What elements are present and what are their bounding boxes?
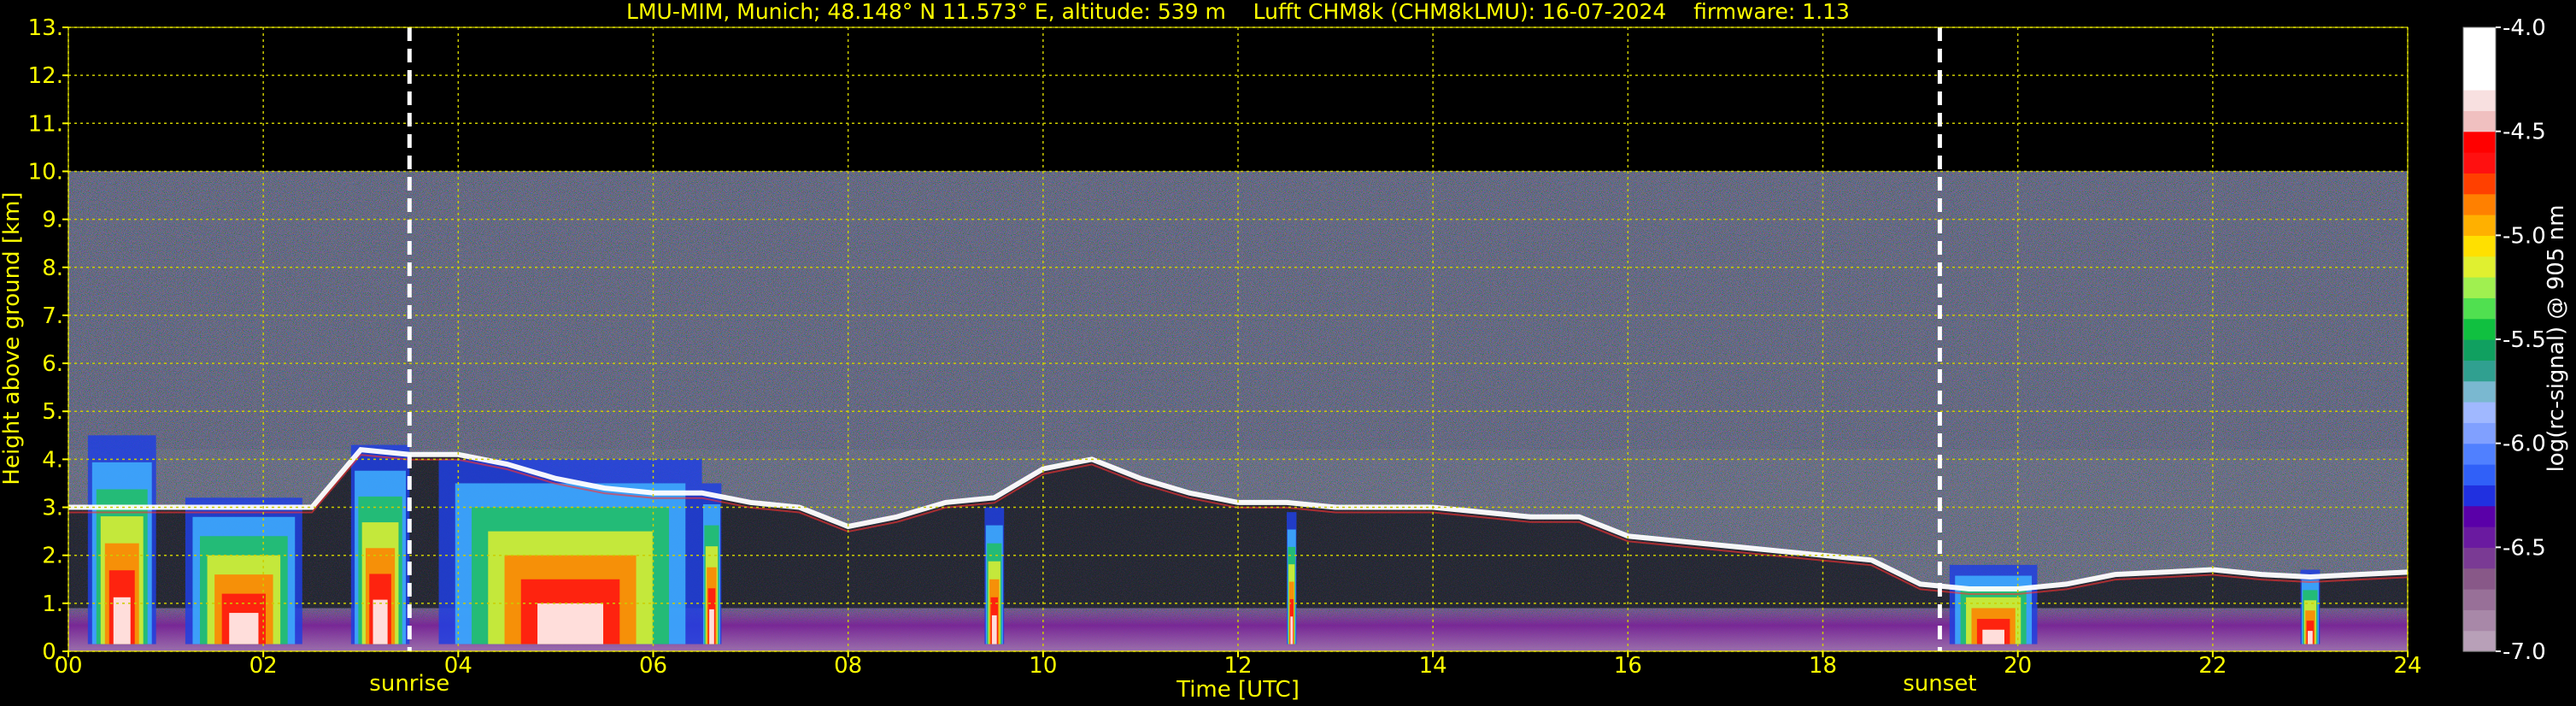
plume-band <box>709 609 714 644</box>
colorbar-segment <box>2463 277 2496 298</box>
marker-label: sunset <box>1903 671 1976 697</box>
colorbar-tick-label: -7.0 <box>2503 639 2546 665</box>
colorbar-segment <box>2463 131 2496 153</box>
colorbar-tick-label: -6.5 <box>2503 535 2546 561</box>
colorbar-segment <box>2463 256 2496 278</box>
chart-title: LMU-MIM, Munich; 48.148° N 11.573° E, al… <box>626 0 1850 24</box>
x-tick-label: 24 <box>2393 653 2421 679</box>
colorbar-tick-label: -4.5 <box>2503 120 2546 145</box>
x-tick-label: 18 <box>1809 653 1837 679</box>
colorbar-segment <box>2463 609 2496 632</box>
y-tick-label: 3. <box>42 496 63 521</box>
ceilometer-chart: sunrise sunset 00 02 04 06 08 10 12 14 16 18 20 22 24… <box>0 0 2569 703</box>
colorbar-segment <box>2463 464 2496 485</box>
marker-label: sunrise <box>369 671 449 697</box>
colorbar-segment <box>2463 48 2496 70</box>
colorbar-segment <box>2463 90 2496 111</box>
colorbar-segment <box>2463 380 2496 403</box>
colorbar-segment <box>2463 402 2496 423</box>
x-tick-label: 20 <box>2004 653 2032 679</box>
y-tick-label: 8. <box>42 256 63 281</box>
y-tick-label: 4. <box>42 447 63 473</box>
colorbar-segment <box>2463 443 2496 465</box>
colorbar-segment <box>2463 27 2496 49</box>
y-tick-label: 7. <box>42 303 63 329</box>
colorbar-tick-label: -6.0 <box>2503 432 2546 457</box>
x-tick-label: 16 <box>1614 653 1642 679</box>
colorbar-segment <box>2463 339 2496 361</box>
y-tick-label: 0. <box>42 639 63 665</box>
plume-band <box>537 603 604 644</box>
plume-band <box>1982 629 2004 644</box>
colorbar-segment <box>2463 360 2496 382</box>
colorbar-segment <box>2463 505 2496 527</box>
y-axis-label: Height above ground [km] <box>0 191 25 485</box>
y-tick-label: 2. <box>42 544 63 569</box>
plume-band <box>991 615 997 644</box>
colorbar-segment <box>2463 589 2496 610</box>
colorbar-segment <box>2463 193 2496 215</box>
x-tick-label: 04 <box>444 653 472 679</box>
colorbar-segment <box>2463 318 2496 340</box>
colorbar: -4.0 -4.5 -5.0 -5.5 -6.0 -6.5 -7.0 <box>2462 15 2546 665</box>
x-axis-label: Time [UTC] <box>1176 677 1300 703</box>
x-tick-label: 06 <box>639 653 667 679</box>
x-tick-label: 08 <box>834 653 862 679</box>
x-tick-label: 22 <box>2198 653 2227 679</box>
y-tick-label: 9. <box>42 208 63 233</box>
colorbar-segment <box>2463 297 2496 320</box>
colorbar-segment <box>2463 422 2496 444</box>
colorbar-tick-label: -4.0 <box>2503 15 2546 41</box>
colorbar-segment <box>2463 630 2496 652</box>
colorbar-segment <box>2463 68 2496 91</box>
x-tick-label: 10 <box>1029 653 1057 679</box>
y-tick-label: 10. <box>28 159 63 185</box>
plume-band <box>373 599 388 644</box>
colorbar-label: log(rc-signal) @ 905 nm <box>2544 205 2569 473</box>
colorbar-segment <box>2463 110 2496 132</box>
colorbar-segment <box>2463 568 2496 590</box>
y-tick-label: 12. <box>28 63 63 89</box>
colorbar-segment <box>2463 527 2496 548</box>
colorbar-tick-label: -5.0 <box>2503 223 2546 249</box>
colorbar-tick-label: -5.5 <box>2503 327 2546 353</box>
colorbar-segment <box>2463 215 2496 236</box>
x-tick-label: 14 <box>1419 653 1447 679</box>
y-tick-label: 5. <box>42 399 63 425</box>
x-tick-label: 12 <box>1223 653 1252 679</box>
x-tick-label: 02 <box>249 653 278 679</box>
colorbar-segment <box>2463 547 2496 569</box>
y-tick-label: 11. <box>28 111 63 137</box>
y-tick-label: 6. <box>42 351 63 377</box>
plume-band <box>229 613 259 644</box>
y-tick-label: 13. <box>28 15 63 41</box>
colorbar-segment <box>2463 235 2496 257</box>
colorbar-segment <box>2463 173 2496 195</box>
y-tick-label: 1. <box>42 591 63 617</box>
colorbar-segment <box>2463 485 2496 507</box>
plume-band <box>1290 616 1294 644</box>
plume-band <box>113 597 131 644</box>
plume-band <box>2308 631 2313 644</box>
colorbar-segment <box>2463 152 2496 174</box>
